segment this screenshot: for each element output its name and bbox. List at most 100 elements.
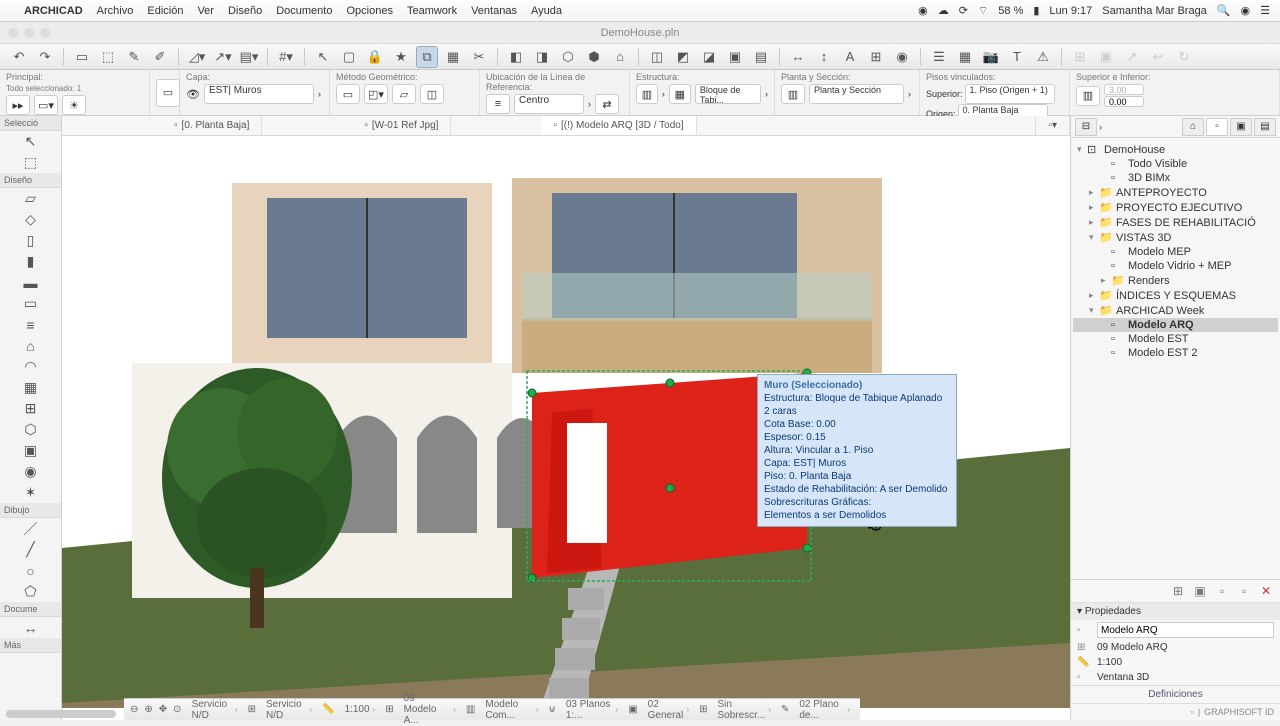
stair-tool[interactable]: ≡	[0, 314, 61, 335]
estr-dropdown[interactable]: Bloque de Tabi...	[695, 84, 761, 104]
nav-tab-layout[interactable]: ▣	[1230, 118, 1252, 136]
line-icon[interactable]: ≡	[486, 94, 510, 114]
status-s6[interactable]: 02 Plano de...›	[795, 699, 854, 721]
sel-btn-2[interactable]: ▭▾	[34, 95, 58, 115]
zoom-in-icon[interactable]: ⊕	[144, 704, 152, 715]
arrow-tool[interactable]: ↖	[0, 131, 61, 152]
s1-icon[interactable]: ⊞	[385, 704, 393, 715]
navigator-tree[interactable]: ▾⊡DemoHouse ▫Todo Visible▫3D BIMx▸📁ANTEP…	[1071, 138, 1280, 579]
siri-icon[interactable]: ◉	[1241, 4, 1251, 17]
wand-icon[interactable]: ✐	[149, 46, 171, 68]
nav-act-2[interactable]: ▣	[1191, 583, 1209, 599]
marquee-tool[interactable]: ⬚	[0, 152, 61, 173]
tree-item[interactable]: ▾📁VISTAS 3D	[1073, 230, 1278, 245]
label-icon[interactable]: ⊞	[865, 46, 887, 68]
sync-icon[interactable]: ⟳	[959, 4, 968, 17]
tree-item[interactable]: ▫3D BIMx	[1073, 171, 1278, 185]
nav-tab-view[interactable]: ▫	[1206, 118, 1228, 136]
skylight-tool[interactable]: ▦	[0, 377, 61, 398]
cam3-icon[interactable]: ◪	[698, 46, 720, 68]
mesh-tool[interactable]: ✶	[0, 482, 61, 503]
dim1-icon[interactable]: ↔	[787, 46, 809, 68]
menu-diseno[interactable]: Diseño	[228, 5, 262, 17]
s2-icon[interactable]: ▥	[466, 704, 475, 715]
footer-text[interactable]: GRAPHISOFT ID	[1204, 707, 1274, 717]
capa-chev-icon[interactable]: ›	[318, 89, 321, 99]
s5-icon[interactable]: ⊞	[699, 704, 707, 715]
struct-chev[interactable]: ›	[662, 89, 665, 99]
estr-chev2[interactable]: ›	[765, 89, 768, 99]
tree-item[interactable]: ▫Modelo Vidrio + MEP	[1073, 259, 1278, 273]
beam-tool[interactable]: ▬	[0, 272, 61, 293]
tool-a[interactable]: ▭	[71, 46, 93, 68]
text-icon[interactable]: A	[839, 46, 861, 68]
object-tool[interactable]: ▣	[0, 440, 61, 461]
column-tool[interactable]: ▮	[0, 251, 61, 272]
battery-icon[interactable]: ▮	[1033, 4, 1039, 17]
menu-documento[interactable]: Documento	[276, 5, 332, 17]
clock[interactable]: Lun 9:17	[1049, 5, 1092, 17]
menu-archivo[interactable]: Archivo	[97, 5, 134, 17]
tree-item[interactable]: ▫Modelo EST	[1073, 332, 1278, 346]
undo-button[interactable]: ↶	[8, 46, 30, 68]
tab-3d[interactable]: ▫[(!) Modelo ARQ [3D / Todo]	[541, 116, 696, 135]
plus-icon[interactable]: ⊞	[1069, 46, 1091, 68]
3d-viewport[interactable]: Muro (Seleccionado) Estructura: Bloque d…	[62, 136, 1070, 720]
status-s4[interactable]: 02 General›	[644, 699, 693, 721]
control-center-icon[interactable]: ☰	[1260, 4, 1270, 17]
capa-dropdown[interactable]: EST| Muros	[204, 84, 314, 104]
geom-3[interactable]: ▱	[392, 84, 416, 104]
tree-item[interactable]: ▸📁PROYECTO EJECUTIVO	[1073, 200, 1278, 215]
eye-icon[interactable]: 👁	[186, 88, 200, 101]
text2-icon[interactable]: T	[1006, 46, 1028, 68]
geom-2[interactable]: ◰▾	[364, 84, 388, 104]
door-tool[interactable]: ◇	[0, 209, 61, 230]
poly-tool[interactable]: ⬠	[0, 581, 61, 602]
curtain-tool[interactable]: ⊞	[0, 398, 61, 419]
schedule-icon[interactable]: ☰	[928, 46, 950, 68]
roof-tool[interactable]: ⌂	[0, 335, 61, 356]
traffic-min[interactable]	[24, 28, 34, 38]
pub1-icon[interactable]: ▣	[1095, 46, 1117, 68]
tab-dropdown[interactable]: ▫▾	[1035, 116, 1070, 135]
definitions-button[interactable]: Definiciones	[1071, 685, 1280, 703]
link-icon[interactable]: ⧉	[416, 46, 438, 68]
cc-icon[interactable]: ◉	[918, 4, 928, 17]
nav-tab-1[interactable]: ⊟	[1075, 118, 1097, 136]
app-name[interactable]: ARCHICAD	[24, 5, 83, 17]
measure-icon[interactable]: ▦	[442, 46, 464, 68]
grid-icon[interactable]: #▾	[275, 46, 297, 68]
pub4-icon[interactable]: ↻	[1173, 46, 1195, 68]
rect-icon[interactable]: ▢	[338, 46, 360, 68]
geom-4[interactable]: ◫	[420, 84, 444, 104]
angle-icon[interactable]: ◿▾	[186, 46, 208, 68]
cut-icon[interactable]: ✂	[468, 46, 490, 68]
shell-tool[interactable]: ◠	[0, 356, 61, 377]
scale-icon[interactable]: 📏	[322, 704, 334, 715]
fav-icon[interactable]: ★	[390, 46, 412, 68]
tree-item[interactable]: ▫Modelo MEP	[1073, 245, 1278, 259]
tree-root[interactable]: ▾⊡DemoHouse	[1073, 142, 1278, 157]
warn-icon[interactable]: ⚠	[1032, 46, 1054, 68]
zoom-out-icon[interactable]: ⊖	[130, 704, 138, 715]
tree-item[interactable]: ▫Modelo ARQ	[1073, 318, 1278, 332]
circle-tool[interactable]: ○	[0, 560, 61, 581]
cam2-icon[interactable]: ◩	[672, 46, 694, 68]
ubic-dropdown[interactable]: Centro	[514, 94, 584, 114]
prop-name-input[interactable]	[1097, 622, 1274, 638]
sel-btn-3[interactable]: ☀	[62, 95, 86, 115]
cam1-icon[interactable]: ◫	[646, 46, 668, 68]
ref-icon[interactable]: ◨	[531, 46, 553, 68]
traffic-max[interactable]	[40, 28, 50, 38]
menu-ventanas[interactable]: Ventanas	[471, 5, 517, 17]
lock-icon[interactable]: 🔒	[364, 46, 386, 68]
si-icon[interactable]: ▥	[1076, 86, 1100, 106]
status-s1[interactable]: 09 Modelo A...›	[400, 693, 460, 726]
wifi-icon[interactable]: ⌔	[978, 4, 988, 18]
footer-icon[interactable]: ▫	[1191, 707, 1194, 717]
tab-planta[interactable]: ▫[0. Planta Baja]	[162, 116, 262, 135]
tab-ref[interactable]: ▫[W-01 Ref Jpg]	[352, 116, 451, 135]
dim-tool[interactable]: ↔	[0, 617, 61, 638]
status-serv1[interactable]: Servicio N/D›	[188, 699, 242, 721]
s6-icon[interactable]: ✎	[781, 704, 789, 715]
